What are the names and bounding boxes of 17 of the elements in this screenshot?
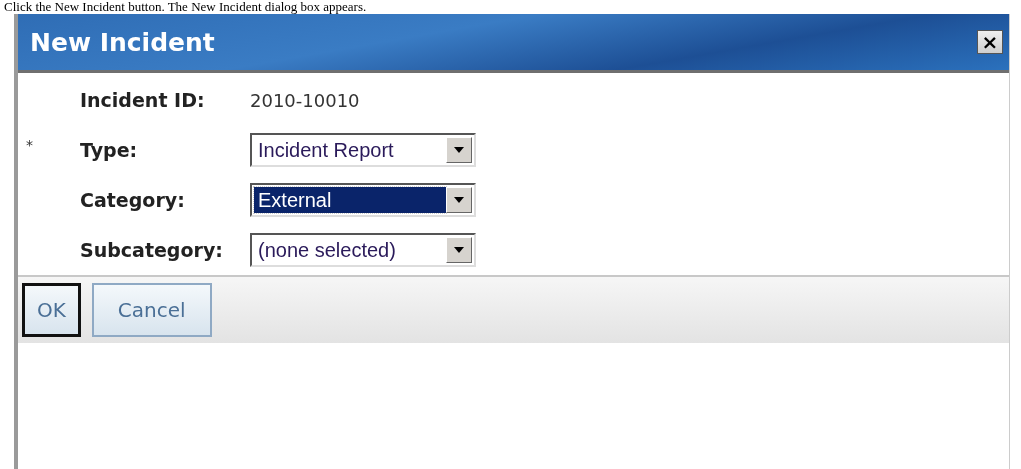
close-button[interactable]: × [977, 30, 1003, 54]
field-label: Subcategory: [80, 239, 224, 261]
cancel-button[interactable]: Cancel [91, 283, 212, 337]
field-label: Category: [80, 189, 186, 211]
field-label: Type: [80, 139, 139, 161]
field-value: 2010-10010 [250, 89, 360, 111]
dropdown[interactable]: External [250, 183, 476, 217]
field-label: Incident ID: [80, 89, 206, 111]
caret-icon [454, 247, 464, 253]
caret-icon [454, 197, 464, 203]
required-mark: * [25, 136, 34, 153]
dropdown[interactable]: (none selected) [250, 233, 476, 267]
caption-text: Click the New Incident button. The New Incident dialog box appears. [3, 0, 368, 14]
dropdown[interactable]: Incident Report [250, 133, 476, 167]
ok-button[interactable]: OK [22, 283, 81, 337]
caret-icon [454, 147, 464, 153]
window-title: New Incident [30, 27, 215, 57]
